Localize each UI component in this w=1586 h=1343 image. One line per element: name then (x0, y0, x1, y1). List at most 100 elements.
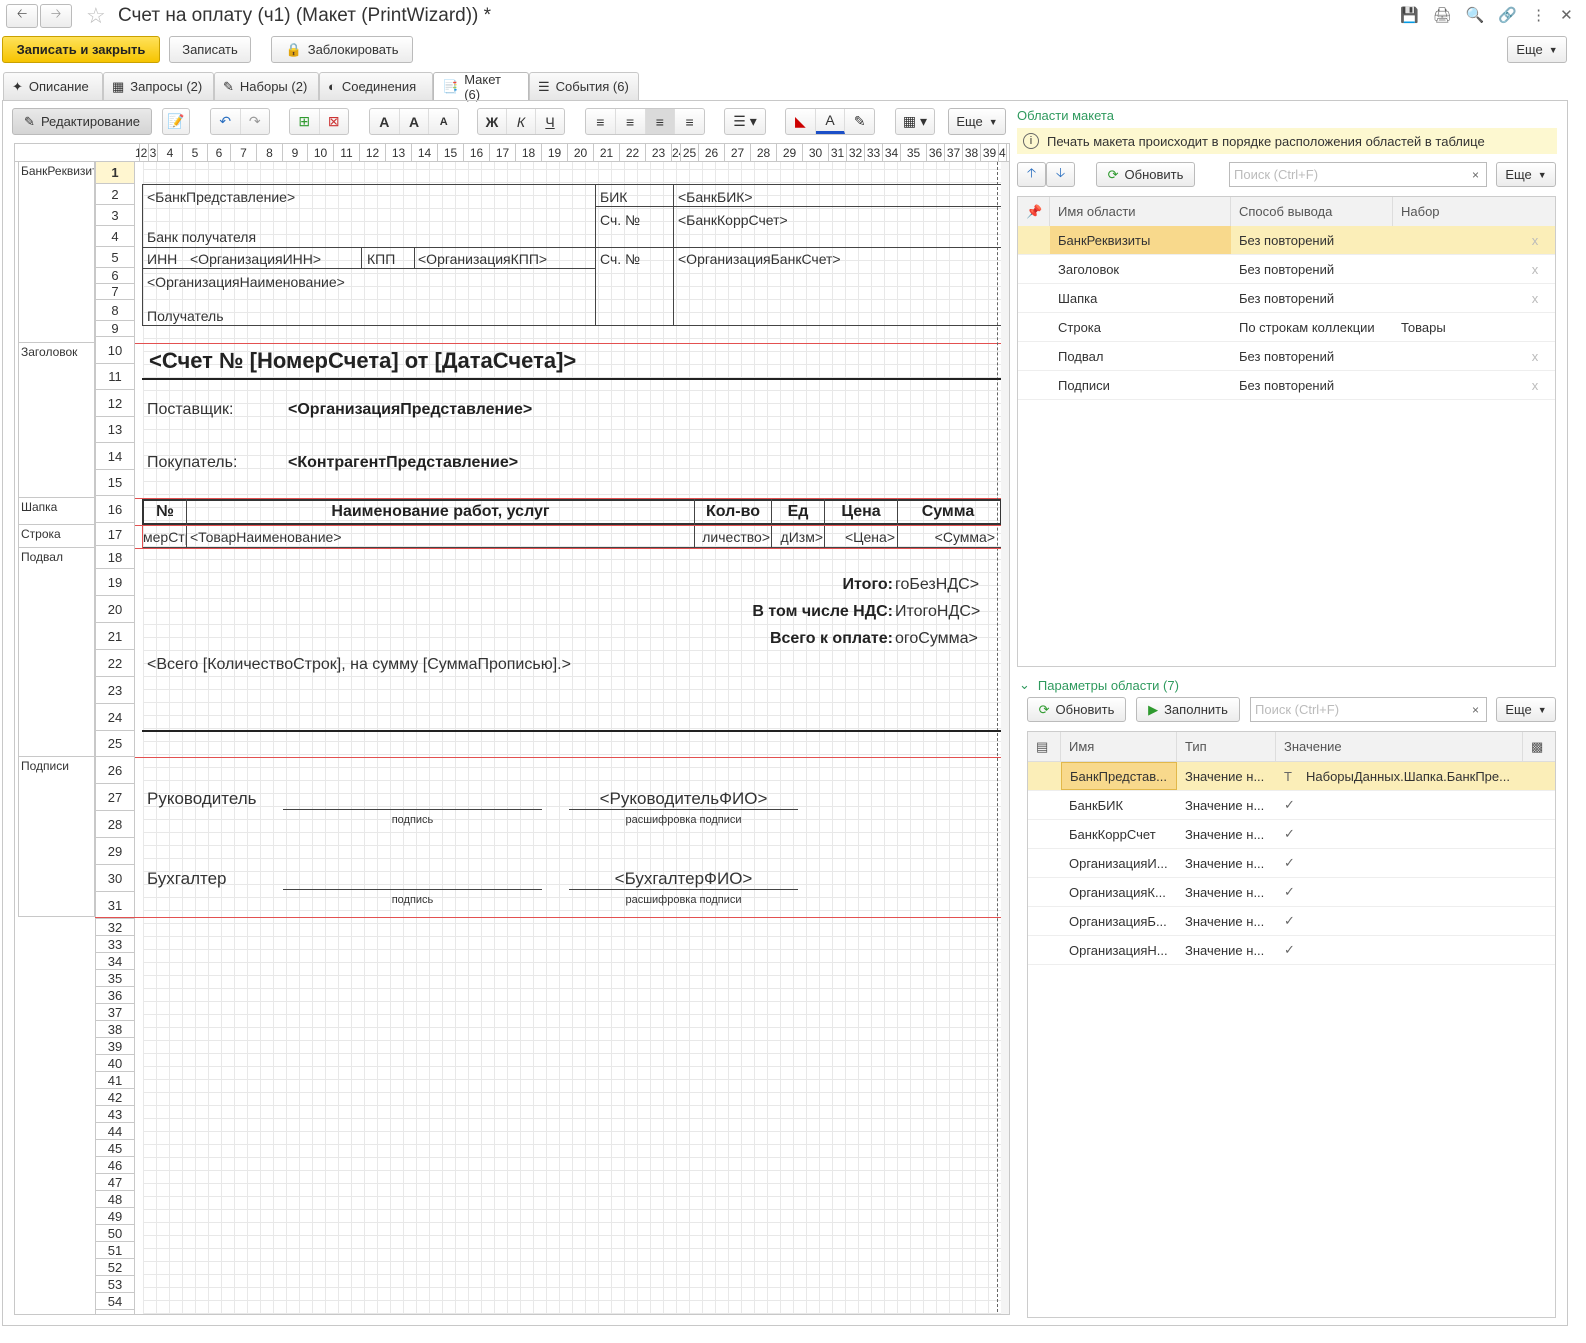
row-header[interactable]: 22 (95, 650, 135, 677)
row-header[interactable]: 35 (95, 970, 135, 987)
row-header[interactable]: 15 (95, 470, 135, 496)
bank-bik[interactable]: <БанкБИК> (678, 189, 753, 205)
row-header[interactable]: 6 (95, 268, 135, 284)
column-header[interactable]: 14 (412, 144, 438, 161)
column-header[interactable]: 22 (620, 144, 646, 161)
column-header[interactable]: 10 (308, 144, 334, 161)
area-label-cap[interactable]: Шапка (18, 498, 95, 525)
column-header[interactable]: 7 (231, 144, 257, 161)
row-header[interactable]: 36 (95, 987, 135, 1004)
col-set[interactable]: Набор (1393, 197, 1555, 226)
row-header[interactable]: 10 (95, 337, 135, 364)
row-header[interactable]: 49 (95, 1208, 135, 1225)
th-price[interactable]: Цена (825, 503, 897, 521)
account-label[interactable]: Сч. № (600, 212, 640, 228)
bold-icon[interactable]: Ж (478, 109, 507, 134)
supplier-label[interactable]: Поставщик: (147, 401, 234, 419)
params-more-button[interactable]: Еще ▼ (1496, 697, 1556, 722)
favorite-star-icon[interactable]: ☆ (86, 3, 106, 29)
editor-more-button[interactable]: Еще ▼ (948, 108, 1006, 135)
row-header[interactable]: 30 (95, 865, 135, 892)
column-header[interactable]: 6 (208, 144, 231, 161)
inn-label[interactable]: ИНН (147, 251, 177, 267)
params-fill-button[interactable]: ▶ Заполнить (1136, 697, 1240, 722)
row-header[interactable]: 41 (95, 1072, 135, 1089)
move-up-button[interactable]: 🡡 (1017, 162, 1046, 187)
th-number[interactable]: № (144, 503, 186, 521)
row-header[interactable]: 42 (95, 1089, 135, 1106)
column-header[interactable]: 29 (777, 144, 803, 161)
bank-representation[interactable]: <БанкПредставление> (147, 189, 295, 205)
org-kpp[interactable]: <ОрганизацияКПП> (418, 251, 547, 267)
column-header[interactable]: 24 (672, 144, 681, 161)
remove-x-icon[interactable]: x (1515, 342, 1555, 370)
row-header[interactable]: 27 (95, 784, 135, 811)
layout-spreadsheet[interactable]: 1234567891011121314151617181920212223242… (14, 143, 1010, 1315)
org-bank-account[interactable]: <ОрганизацияБанкСчет> (678, 251, 841, 267)
areas-search-input[interactable]: Поиск (Ctrl+F) (1229, 162, 1466, 187)
column-header[interactable]: 31 (829, 144, 847, 161)
vat-label[interactable]: В том числе НДС: (675, 603, 893, 621)
row-header[interactable]: 5 (95, 247, 135, 268)
remove-x-icon[interactable]: x (1515, 255, 1555, 283)
param-row[interactable]: ОрганизацияК... Значение н... ✓ (1028, 878, 1555, 907)
area-row[interactable]: Заголовок Без повторений x (1018, 255, 1555, 284)
font-increase-icon[interactable]: A (400, 109, 430, 134)
row-header[interactable]: 50 (95, 1225, 135, 1242)
row-header[interactable]: 20 (95, 596, 135, 623)
row-header[interactable]: 23 (95, 677, 135, 704)
column-header[interactable]: 11 (334, 144, 360, 161)
director-decode-caption[interactable]: расшифровка подписи (569, 814, 798, 826)
row-header[interactable]: 14 (95, 443, 135, 470)
row-header[interactable]: 4 (95, 226, 135, 247)
row-header[interactable]: 26 (95, 757, 135, 784)
row-header[interactable]: 11 (95, 364, 135, 390)
row-header[interactable]: 45 (95, 1140, 135, 1157)
row-header[interactable]: 40 (95, 1055, 135, 1072)
column-header[interactable]: 28 (751, 144, 777, 161)
column-settings-icon[interactable]: ▩ (1523, 732, 1555, 761)
column-header[interactable]: 39 (981, 144, 999, 161)
column-header[interactable]: 9 (283, 144, 308, 161)
area-label-sign[interactable]: Подписи (18, 757, 95, 917)
accountant-label[interactable]: Бухгалтер (147, 869, 227, 889)
column-header[interactable]: 30 (803, 144, 829, 161)
borders-icon[interactable]: ▦ ▾ (896, 109, 934, 134)
invoice-title[interactable]: <Счет № [НомерСчета] от [ДатаСчета]> (149, 348, 576, 374)
tab-layout[interactable]: 📑 Макет (6) (433, 72, 529, 102)
param-row[interactable]: ОрганизацияН... Значение н... ✓ (1028, 936, 1555, 965)
undo-icon[interactable]: ↶ (211, 109, 241, 134)
col-param-value[interactable]: Значение (1276, 732, 1523, 761)
more-vertical-icon[interactable]: ⋮ (1531, 6, 1546, 24)
save-and-close-button[interactable]: Записать и закрыть (2, 36, 160, 63)
column-header[interactable]: 37 (945, 144, 963, 161)
highlight-icon[interactable]: ✎ (845, 109, 874, 134)
row-header[interactable]: 32 (95, 919, 135, 936)
param-row[interactable]: ОрганизацияБ... Значение н... ✓ (1028, 907, 1555, 936)
edit-mode-toggle[interactable]: ✎ Редактирование (12, 108, 152, 135)
col-param-name[interactable]: Имя (1061, 732, 1177, 761)
account-label-2[interactable]: Сч. № (600, 251, 640, 267)
bank-recipient-label[interactable]: Банк получателя (147, 229, 256, 245)
row-header[interactable]: 34 (95, 953, 135, 970)
org-inn[interactable]: <ОрганизацияИНН> (190, 251, 321, 267)
area-label-footer[interactable]: Подвал (18, 548, 95, 757)
column-header[interactable]: 32 (847, 144, 865, 161)
sheet-vertical-scrollbar[interactable] (1001, 162, 1009, 1314)
th-unit[interactable]: Ед (772, 503, 824, 521)
row-header[interactable]: 12 (95, 390, 135, 417)
column-header[interactable]: 5 (183, 144, 208, 161)
column-header[interactable]: 25 (681, 144, 699, 161)
lock-button[interactable]: 🔒 Заблокировать (271, 36, 413, 63)
column-header[interactable]: 21 (594, 144, 620, 161)
total-label[interactable]: Итого: (675, 576, 893, 594)
column-header[interactable]: 35 (901, 144, 927, 161)
redo-icon[interactable]: ↷ (241, 109, 270, 134)
tab-joins[interactable]: ◐ Соединения (319, 72, 433, 100)
pay-label[interactable]: Всего к оплате: (675, 630, 893, 648)
row-header[interactable]: 33 (95, 936, 135, 953)
col-param-type[interactable]: Тип (1177, 732, 1276, 761)
row-header[interactable]: 44 (95, 1123, 135, 1140)
column-header[interactable]: 4 (158, 144, 183, 161)
area-label-bank[interactable]: БанкРеквизиты (18, 162, 95, 343)
